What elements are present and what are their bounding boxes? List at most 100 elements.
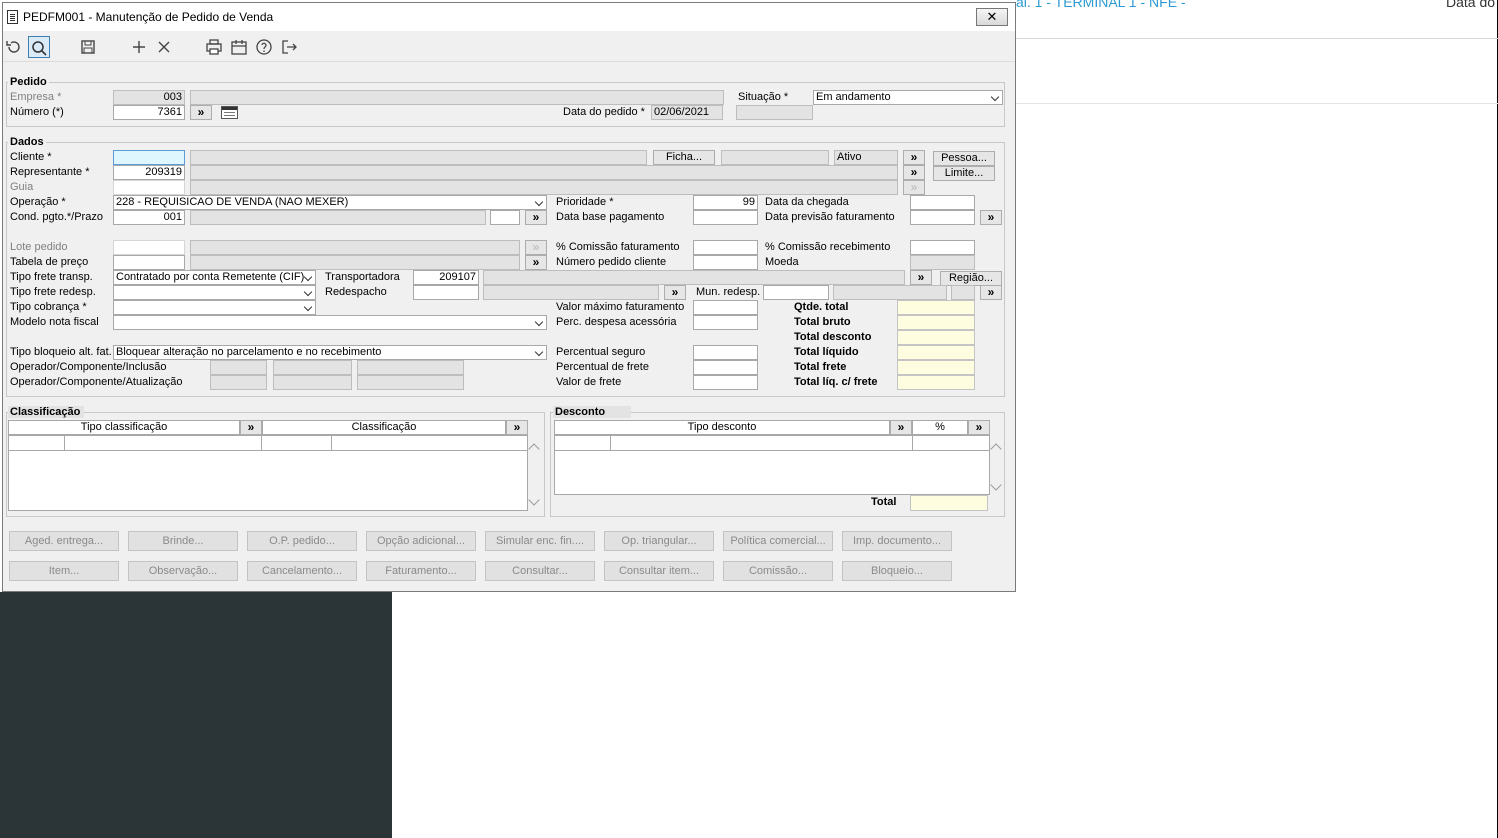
- help-icon[interactable]: [253, 36, 275, 58]
- numero-lookup-button[interactable]: »: [190, 105, 212, 120]
- perc-frete-field[interactable]: [693, 360, 758, 375]
- numero-field[interactable]: 7361: [113, 105, 185, 120]
- representante-field[interactable]: 209319: [113, 165, 185, 180]
- valor-max-field[interactable]: [693, 300, 758, 315]
- lote-field: [113, 240, 185, 255]
- tipo-classificacao-lookup-button[interactable]: »: [240, 420, 262, 435]
- cond-pgto-lookup-button[interactable]: »: [525, 210, 547, 225]
- search-icon[interactable]: [28, 36, 50, 58]
- percentual-lookup-button[interactable]: »: [968, 420, 990, 435]
- bloqueio-button[interactable]: Bloqueio...: [842, 561, 952, 581]
- transportadora-lookup-button[interactable]: »: [910, 270, 932, 285]
- classificacao-lookup-button[interactable]: »: [506, 420, 528, 435]
- exit-icon[interactable]: [278, 36, 300, 58]
- valor-frete-field[interactable]: [693, 375, 758, 390]
- data-chegada-field[interactable]: [910, 195, 975, 210]
- modelo-nf-label: Modelo nota fiscal: [10, 316, 99, 328]
- add-icon[interactable]: [128, 36, 150, 58]
- opcao-adicional-button[interactable]: Opção adicional...: [366, 531, 476, 551]
- cliente-lookup-button[interactable]: »: [903, 150, 925, 165]
- brinde-button[interactable]: Brinde...: [128, 531, 238, 551]
- comissao-rec-field[interactable]: [910, 240, 975, 255]
- data-prev-field[interactable]: [910, 210, 975, 225]
- tabela-field[interactable]: [113, 255, 185, 270]
- cliente-field[interactable]: [113, 150, 185, 165]
- simular-enc-fin-button[interactable]: Simular enc. fin....: [485, 531, 595, 551]
- aged-entrega-button[interactable]: Aged. entrega...: [9, 531, 119, 551]
- mun-redesp-field[interactable]: [763, 285, 829, 300]
- op-inclusao-label: Operador/Componente/Inclusão: [10, 361, 167, 373]
- observacao-button[interactable]: Observação...: [128, 561, 238, 581]
- cond-pgto-name-field: [190, 210, 486, 225]
- calendar-icon[interactable]: [221, 106, 238, 119]
- op-triangular-button[interactable]: Op. triangular...: [604, 531, 714, 551]
- tipo-cobranca-select[interactable]: [113, 300, 316, 315]
- classificacao-header[interactable]: Classificação: [262, 420, 506, 435]
- prioridade-field[interactable]: 99: [693, 195, 758, 210]
- background-divider: [1016, 103, 1498, 104]
- desconto-total-label: Total: [871, 496, 897, 508]
- lote-lookup-button: »: [525, 240, 547, 255]
- undo-icon[interactable]: [3, 36, 25, 58]
- prazo-field[interactable]: [490, 210, 520, 225]
- faturamento-button[interactable]: Faturamento...: [366, 561, 476, 581]
- tipo-desconto-header[interactable]: Tipo desconto: [554, 420, 890, 435]
- pessoa-button[interactable]: Pessoa...: [933, 151, 995, 166]
- situacao-select[interactable]: Em andamento: [813, 90, 1003, 105]
- comissao-rec-label: % Comissão recebimento: [765, 241, 891, 253]
- consultar-button[interactable]: Consultar...: [485, 561, 595, 581]
- data-pedido-field[interactable]: 02/06/2021: [651, 105, 723, 120]
- tipo-bloqueio-select[interactable]: Bloquear alteração no parcelamento e no …: [113, 345, 547, 360]
- mun-redesp-lookup-button[interactable]: »: [980, 285, 1002, 300]
- cancelamento-button[interactable]: Cancelamento...: [247, 561, 357, 581]
- modelo-nf-select[interactable]: [113, 315, 547, 330]
- redespacho-lookup-button[interactable]: »: [664, 285, 686, 300]
- data-prev-button[interactable]: »: [980, 210, 1002, 225]
- desconto-total-field: [910, 495, 988, 511]
- calendar-icon[interactable]: [228, 36, 250, 58]
- data-pedido-extra-field: [736, 105, 813, 120]
- data-base-field[interactable]: [693, 210, 758, 225]
- moeda-label: Moeda: [765, 256, 799, 268]
- empresa-field[interactable]: 003: [113, 90, 185, 105]
- close-button[interactable]: ✕: [976, 8, 1008, 26]
- comissao-fat-field[interactable]: [693, 240, 758, 255]
- total-frete-label: Total frete: [794, 361, 847, 373]
- regiao-button[interactable]: Região...: [940, 271, 1002, 286]
- tipo-classificacao-header[interactable]: Tipo classificação: [8, 420, 240, 435]
- background-dark-panel: [0, 592, 392, 838]
- politica-comercial-button[interactable]: Política comercial...: [723, 531, 833, 551]
- desconto-grid[interactable]: [554, 435, 990, 495]
- total-bruto-field: [897, 315, 975, 330]
- consultar-item-button[interactable]: Consultar item...: [604, 561, 714, 581]
- num-ped-cliente-field[interactable]: [693, 255, 758, 270]
- print-icon[interactable]: [203, 36, 225, 58]
- data-chegada-label: Data da chegada: [765, 196, 849, 208]
- perc-despesa-field[interactable]: [693, 315, 758, 330]
- operacao-select[interactable]: 228 - REQUISICAO DE VENDA (NAO MEXER): [113, 195, 547, 210]
- cond-pgto-field[interactable]: 001: [113, 210, 185, 225]
- perc-seguro-label: Percentual seguro: [556, 346, 646, 358]
- tipo-frete-redesp-select[interactable]: [113, 285, 316, 300]
- ficha-button[interactable]: Ficha...: [653, 150, 715, 165]
- tabela-lookup-button[interactable]: »: [525, 255, 547, 270]
- qtde-total-label: Qtde. total: [794, 301, 849, 313]
- imp-documento-button[interactable]: Imp. documento...: [842, 531, 952, 551]
- delete-icon[interactable]: [153, 36, 175, 58]
- limite-button[interactable]: Limite...: [933, 166, 995, 181]
- perc-seguro-field[interactable]: [693, 345, 758, 360]
- percentual-header[interactable]: %: [912, 420, 968, 435]
- transportadora-field[interactable]: 209107: [413, 270, 479, 285]
- save-icon[interactable]: [77, 36, 99, 58]
- cliente-status-field: Ativo: [834, 150, 898, 165]
- tipo-desconto-lookup-button[interactable]: »: [890, 420, 912, 435]
- item-button[interactable]: Item...: [9, 561, 119, 581]
- representante-lookup-button[interactable]: »: [903, 165, 925, 180]
- tipo-frete-select[interactable]: Contratado por conta Remetente (CIF): [113, 270, 316, 285]
- redespacho-field[interactable]: [413, 285, 479, 300]
- cliente-name-field: [190, 150, 647, 165]
- numero-label: Número (*): [10, 106, 64, 118]
- comissao-button[interactable]: Comissão...: [723, 561, 833, 581]
- op-pedido-button[interactable]: O.P. pedido...: [247, 531, 357, 551]
- classificacao-grid[interactable]: [8, 435, 528, 511]
